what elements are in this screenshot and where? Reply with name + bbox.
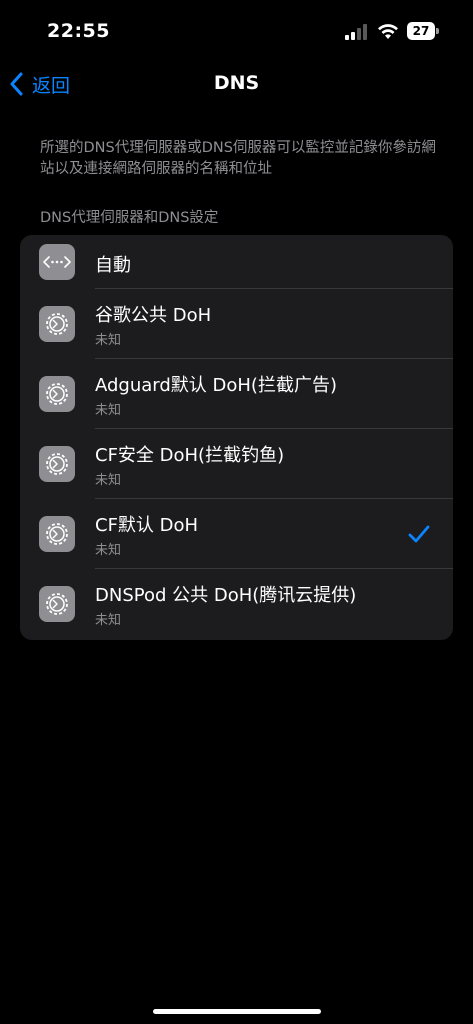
gear-icon — [39, 376, 75, 412]
page-title: DNS — [213, 72, 260, 94]
list-item-google-doh[interactable]: 谷歌公共 DoH 未知 — [20, 289, 453, 359]
home-indicator[interactable] — [153, 1009, 321, 1014]
dns-server-list: 自動 谷歌公共 DoH 未知 Adguard默认 DoH(拦截广告) 未知 CF… — [20, 235, 453, 640]
navigation-bar: 返回 DNS — [0, 62, 473, 106]
list-item-adguard-doh[interactable]: Adguard默认 DoH(拦截广告) 未知 — [20, 359, 453, 429]
gear-icon — [39, 446, 75, 482]
list-item-status: 未知 — [95, 473, 122, 488]
dns-settings-screen: 22:55 27 返回 DNS 所選的DNS代理伺服器或DNS伺服器可以監控並記… — [0, 0, 473, 1024]
checkmark-icon — [408, 525, 430, 543]
list-item-cf-default-doh[interactable]: CF默认 DoH 未知 — [20, 499, 453, 569]
wifi-icon — [378, 24, 398, 39]
list-item-dnspod-doh[interactable]: DNSPod 公共 DoH(腾讯云提供) 未知 — [20, 569, 453, 640]
gear-icon — [39, 516, 75, 552]
battery-level: 27 — [407, 22, 435, 40]
ellipsis-arrows-icon — [39, 244, 75, 280]
list-item-title: 自動 — [95, 255, 131, 276]
list-item-title: 谷歌公共 DoH — [95, 305, 212, 326]
list-item-title: Adguard默认 DoH(拦截广告) — [95, 375, 337, 396]
list-item-auto[interactable]: 自動 — [20, 235, 453, 289]
list-item-title: CF默认 DoH — [95, 515, 199, 536]
list-item-title: DNSPod 公共 DoH(腾讯云提供) — [95, 585, 357, 606]
list-item-cf-secure-doh[interactable]: CF安全 DoH(拦截钓鱼) 未知 — [20, 429, 453, 499]
list-item-status: 未知 — [95, 613, 122, 628]
gear-icon — [39, 306, 75, 342]
status-bar: 22:55 27 — [0, 0, 473, 62]
list-item-status: 未知 — [95, 333, 122, 348]
status-time: 22:55 — [47, 20, 110, 42]
cellular-signal-icon — [345, 24, 367, 40]
dns-description: 所選的DNS代理伺服器或DNS伺服器可以監控並記錄你參訪網站以及連接網路伺服器的… — [40, 140, 436, 177]
list-item-title: CF安全 DoH(拦截钓鱼) — [95, 445, 285, 466]
section-header: DNS代理伺服器和DNS設定 — [40, 210, 219, 226]
list-item-status: 未知 — [95, 403, 122, 418]
list-item-status: 未知 — [95, 543, 122, 558]
gear-icon — [39, 586, 75, 622]
battery-icon: 27 — [407, 22, 439, 40]
